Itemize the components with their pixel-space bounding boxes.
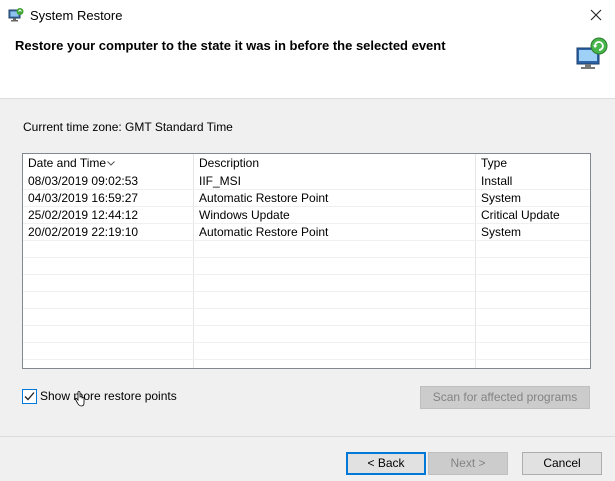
cell-type: System (481, 225, 522, 239)
empty-row (23, 343, 590, 360)
cell-description: IIF_MSI (199, 174, 242, 188)
header-panel: System Restore Restore your computer to … (0, 0, 615, 99)
show-more-label[interactable]: Show more restore points (40, 389, 177, 404)
empty-row (23, 275, 590, 292)
cell-description: Automatic Restore Point (199, 225, 329, 239)
column-header-type[interactable]: Type (476, 154, 590, 173)
footer-divider (0, 436, 615, 437)
mouse-cursor-icon (74, 391, 85, 410)
cell-type: Critical Update (481, 208, 560, 222)
empty-row (23, 258, 590, 275)
close-button[interactable] (584, 4, 608, 26)
back-button[interactable]: < Back (346, 452, 426, 475)
cell-description: Automatic Restore Point (199, 191, 329, 205)
cell-type: System (481, 191, 522, 205)
empty-row (23, 292, 590, 309)
page-heading: Restore your computer to the state it wa… (15, 38, 446, 53)
restore-points-table[interactable]: Date and Time Description Type 08/03/201… (22, 153, 591, 369)
system-restore-icon (8, 7, 24, 23)
cell-description: Windows Update (199, 208, 290, 222)
table-row[interactable]: 08/03/2019 09:02:53 IIF_MSI Install (23, 173, 590, 190)
cell-type: Install (481, 174, 513, 188)
timezone-label: Current time zone: GMT Standard Time (23, 120, 233, 134)
table-row[interactable]: 25/02/2019 12:44:12 Windows Update Criti… (23, 207, 590, 224)
window-title: System Restore (30, 8, 123, 23)
empty-row (23, 309, 590, 326)
next-button[interactable]: Next > (428, 452, 508, 475)
show-more-checkbox[interactable] (22, 389, 37, 404)
scan-affected-programs-button[interactable]: Scan for affected programs (420, 386, 590, 409)
table-row[interactable]: 20/02/2019 22:19:10 Automatic Restore Po… (23, 224, 590, 241)
restore-computer-icon (575, 36, 609, 70)
empty-row (23, 326, 590, 343)
table-row[interactable]: 04/03/2019 16:59:27 Automatic Restore Po… (23, 190, 590, 207)
system-restore-window: System Restore Restore your computer to … (0, 0, 615, 481)
table-body: 08/03/2019 09:02:53 IIF_MSI Install 04/0… (23, 173, 590, 360)
cell-date: 20/02/2019 22:19:10 (28, 225, 139, 239)
empty-row (23, 241, 590, 258)
cell-date: 04/03/2019 16:59:27 (28, 191, 139, 205)
table-header: Date and Time Description Type (23, 154, 590, 173)
cell-date: 08/03/2019 09:02:53 (28, 174, 139, 188)
sort-down-icon (107, 155, 115, 169)
column-header-description[interactable]: Description (194, 154, 476, 173)
cancel-button[interactable]: Cancel (522, 452, 602, 475)
cell-date: 25/02/2019 12:44:12 (28, 208, 139, 222)
